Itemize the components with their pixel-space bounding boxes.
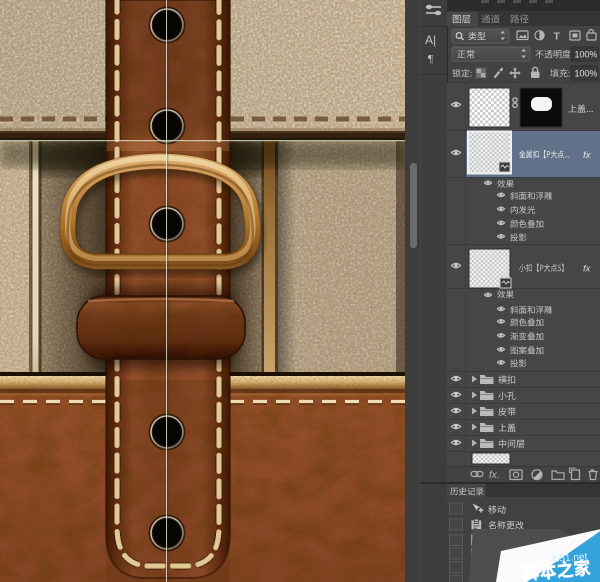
- svg-text:100%: 100%: [575, 50, 598, 60]
- svg-text:fx: fx: [583, 264, 592, 275]
- svg-text:fx: fx: [583, 150, 592, 161]
- svg-text:100%: 100%: [575, 69, 598, 79]
- svg-text:T: T: [554, 30, 561, 42]
- svg-text:fx.: fx.: [489, 470, 500, 481]
